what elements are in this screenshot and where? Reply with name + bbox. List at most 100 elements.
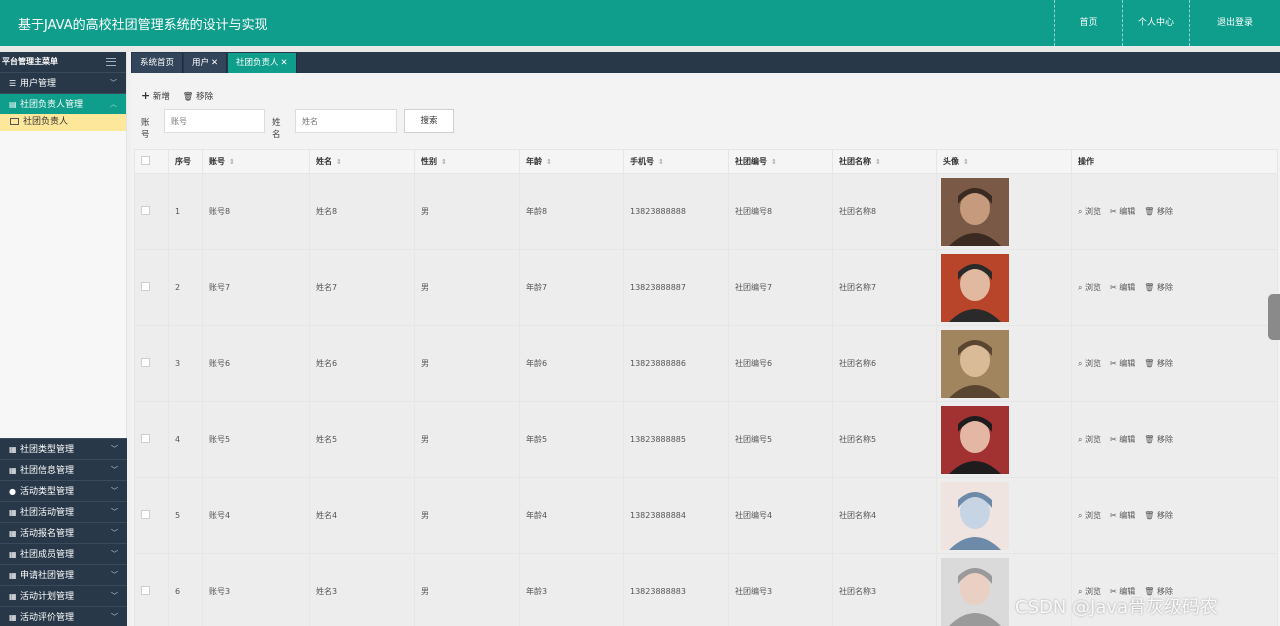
nav-logout[interactable]: 退出登录: [1189, 0, 1280, 46]
search-icon: ⌕: [1078, 435, 1083, 444]
view-button[interactable]: ⌕ 浏览: [1078, 359, 1101, 368]
search-button[interactable]: 搜索: [404, 109, 454, 133]
edit-button[interactable]: ✂ 编辑: [1110, 207, 1135, 216]
col-header[interactable]: 姓名 ⇕: [309, 149, 415, 174]
avatar[interactable]: [941, 405, 1009, 474]
col-header[interactable]: 头像 ⇕: [936, 149, 1072, 174]
sort-icon[interactable]: ⇕: [875, 158, 881, 166]
menu-group-label: 社团活动管理: [20, 508, 75, 518]
table-row: 1 账号8 姓名8 男年龄8 13823888888 社团编号8 社团名称8 ⌕ 浏览 ✂ 编辑…: [134, 173, 1278, 250]
edit-button[interactable]: ✂ 编辑: [1110, 435, 1135, 444]
edit-label: 编辑: [1119, 435, 1136, 444]
close-icon[interactable]: ✕: [281, 58, 288, 68]
row-checkbox[interactable]: [141, 510, 150, 519]
col-header[interactable]: 社团名称 ⇕: [832, 149, 937, 174]
avatar[interactable]: [941, 329, 1009, 398]
col-header[interactable]: 社团编号 ⇕: [728, 149, 833, 174]
row-checkbox[interactable]: [141, 282, 150, 291]
sort-icon[interactable]: ⇕: [771, 158, 777, 166]
menu-group-label: 申请社团管理: [20, 571, 75, 581]
cell-name: 姓名5: [309, 401, 415, 478]
folder-icon: [10, 118, 19, 125]
avatar[interactable]: [941, 481, 1009, 550]
sort-icon[interactable]: ⇕: [336, 158, 342, 166]
nav-home[interactable]: 首页: [1054, 0, 1122, 46]
avatar[interactable]: [941, 177, 1009, 246]
delete-label: 移除: [1156, 207, 1173, 216]
delete-label: 移除: [1156, 359, 1173, 368]
tab-home[interactable]: 系统首页: [132, 53, 184, 73]
col-header[interactable]: 账号 ⇕: [202, 149, 310, 174]
delete-button[interactable]: 🗑 移除: [1144, 435, 1173, 444]
top-nav: 首页 个人中心 退出登录: [1054, 0, 1280, 46]
submenu-club-leader[interactable]: 社团负责人: [0, 114, 126, 131]
search-icon: ⌕: [1078, 359, 1083, 368]
menu-group-plan[interactable]: ▦ 活动计划管理 ﹀: [0, 585, 127, 606]
view-button[interactable]: ⌕ 浏览: [1078, 283, 1101, 292]
menu-group-club-info[interactable]: ▦ 社团信息管理 ﹀: [0, 459, 127, 480]
tab-user[interactable]: 用户 ✕: [184, 53, 228, 73]
cell-actions: ⌕ 浏览 ✂ 编辑 🗑 移除: [1071, 401, 1278, 478]
delete-button[interactable]: 🗑 移除: [1144, 207, 1173, 216]
delete-button[interactable]: 🗑 移除: [1144, 511, 1173, 520]
col-header[interactable]: 年龄 ⇕: [519, 149, 624, 174]
row-checkbox[interactable]: [141, 358, 150, 367]
table-row: 3 账号6 姓名6 男年龄6 13823888886 社团编号6 社团名称6 ⌕ 浏览 ✂ 编辑…: [134, 325, 1278, 402]
sort-icon[interactable]: ⇕: [963, 158, 969, 166]
view-button[interactable]: ⌕ 浏览: [1078, 435, 1101, 444]
edit-icon: ✂: [1110, 283, 1117, 292]
sort-icon[interactable]: ⇕: [658, 158, 664, 166]
trash-icon: 🗑: [1144, 359, 1155, 368]
side-scroll-handle[interactable]: [1268, 294, 1280, 340]
menu-toggle-icon[interactable]: [106, 58, 116, 66]
row-checkbox[interactable]: [141, 434, 150, 443]
sort-icon[interactable]: ⇕: [441, 158, 447, 166]
col-header[interactable]: 性别 ⇕: [414, 149, 520, 174]
select-all-checkbox[interactable]: [141, 156, 150, 165]
cell-gender: 男: [414, 325, 520, 402]
menu-group-signup[interactable]: ▦ 活动报名管理 ﹀: [0, 522, 127, 543]
menu-group-club-activity[interactable]: ▦ 社团活动管理 ﹀: [0, 501, 127, 522]
menu-group-review[interactable]: ▦ 活动评价管理 ﹀: [0, 606, 127, 626]
col-label: 年龄: [526, 157, 542, 166]
nav-profile[interactable]: 个人中心: [1122, 0, 1189, 46]
account-input[interactable]: [164, 109, 265, 133]
edit-button[interactable]: ✂ 编辑: [1110, 283, 1135, 292]
edit-label: 编辑: [1119, 359, 1136, 368]
edit-button[interactable]: ✂ 编辑: [1110, 359, 1135, 368]
sort-icon[interactable]: ⇕: [546, 158, 552, 166]
menu-group-apply[interactable]: ▦ 申请社团管理 ﹀: [0, 564, 127, 585]
row-select-cell: [134, 401, 169, 478]
trash-icon: 🗑: [1144, 283, 1155, 292]
remove-button[interactable]: 🗑 移除: [183, 90, 214, 102]
row-checkbox[interactable]: [141, 586, 150, 595]
cell-no: 4: [168, 401, 203, 478]
delete-button[interactable]: 🗑 移除: [1144, 359, 1173, 368]
delete-button[interactable]: 🗑 移除: [1144, 283, 1173, 292]
delete-label: 移除: [1156, 511, 1173, 520]
add-button[interactable]: + 新增: [141, 89, 170, 102]
close-icon[interactable]: ✕: [211, 58, 218, 68]
avatar[interactable]: [941, 253, 1009, 322]
view-button[interactable]: ⌕ 浏览: [1078, 207, 1101, 216]
cell-gender: 男: [414, 173, 520, 250]
name-input[interactable]: [295, 109, 397, 133]
view-button[interactable]: ⌕ 浏览: [1078, 511, 1101, 520]
menu-group-label: 活动计划管理: [20, 592, 75, 602]
tab-club-leader[interactable]: 社团负责人 ✕: [228, 53, 297, 73]
edit-button[interactable]: ✂ 编辑: [1110, 511, 1135, 520]
avatar[interactable]: [941, 557, 1009, 626]
col-label: 操作: [1078, 157, 1094, 166]
menu-group-activity-type[interactable]: ● 活动类型管理 ﹀: [0, 480, 127, 501]
sort-icon[interactable]: ⇕: [229, 158, 235, 166]
row-checkbox[interactable]: [141, 206, 150, 215]
row-select-cell: [134, 325, 169, 402]
menu-group-club-leader[interactable]: ▤ 社团负责人管理 ︿: [0, 93, 126, 114]
cell-age: 年龄4: [519, 477, 624, 554]
cell-club-name: 社团名称3: [832, 553, 937, 626]
menu-group-members[interactable]: ▦ 社团成员管理 ﹀: [0, 543, 127, 564]
col-header[interactable]: 手机号 ⇕: [623, 149, 729, 174]
menu-group-club-type[interactable]: ▦ 社团类型管理 ﹀: [0, 438, 127, 459]
cell-name: 姓名8: [309, 173, 415, 250]
menu-group-user[interactable]: ☰ 用户管理 ﹀: [0, 72, 126, 93]
